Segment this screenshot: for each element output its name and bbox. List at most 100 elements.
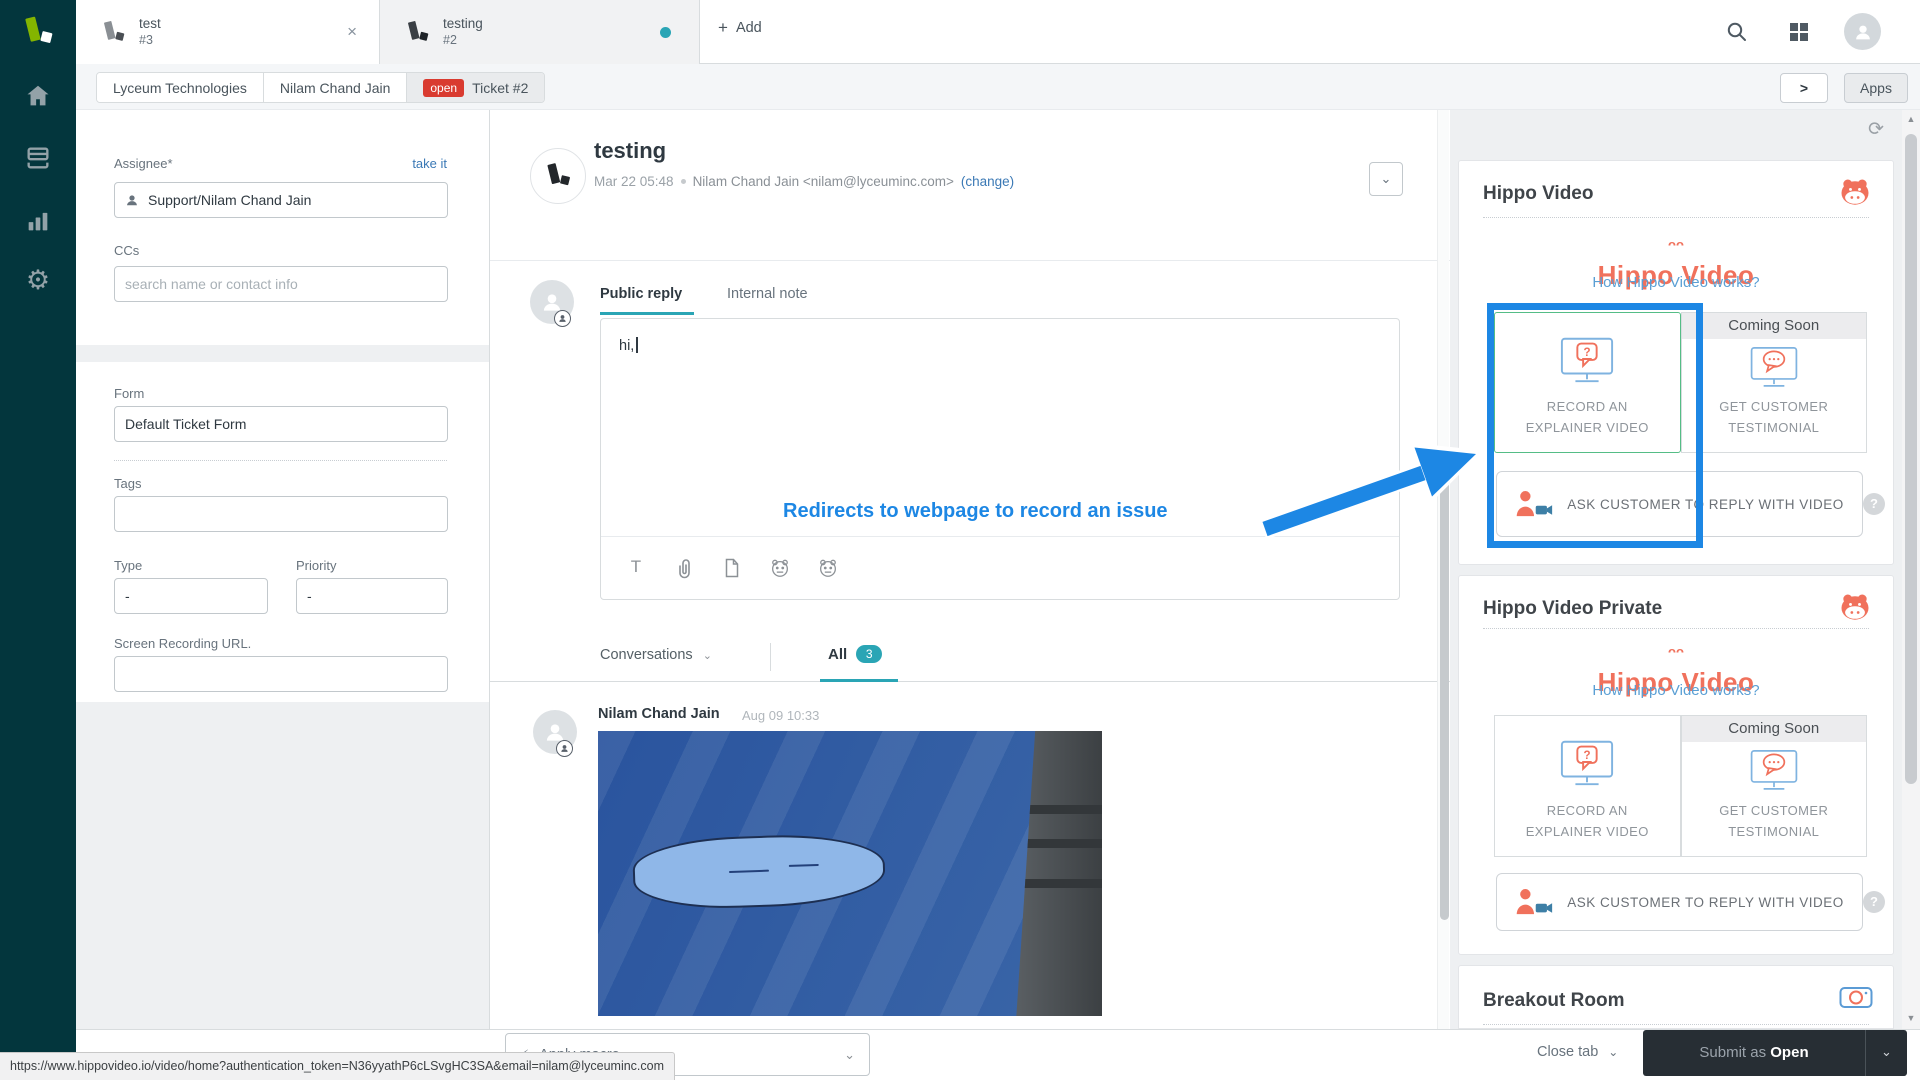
projector-icon: [1839, 986, 1873, 1010]
get-testimonial-card[interactable]: Coming Soon GET CUSTOMERTESTIMONIAL: [1681, 715, 1868, 857]
attachment-icon[interactable]: [673, 557, 695, 579]
form-select[interactable]: Default Ticket Form: [114, 406, 448, 442]
submit-as-open-button[interactable]: Submit as Open: [1643, 1030, 1865, 1076]
tab-public-reply[interactable]: Public reply: [600, 286, 682, 302]
record-explainer-card[interactable]: ? RECORD ANEXPLAINER VIDEO: [1494, 715, 1681, 857]
ticket-fields-panel: Assignee* take it Support/Nilam Chand Ja…: [76, 110, 490, 1029]
ask-customer-reply-button[interactable]: ASK CUSTOMER TO REPLY WITH VIDEO: [1496, 873, 1863, 931]
record-explainer-card[interactable]: ? RECORD ANEXPLAINER VIDEO: [1494, 312, 1681, 453]
scroll-up-icon[interactable]: ▲: [1902, 114, 1920, 124]
type-select[interactable]: -: [114, 578, 268, 614]
ticket-label: Ticket #2: [472, 80, 528, 96]
submit-button-group: Submit as Open ⌄: [1643, 1030, 1907, 1076]
ticket-actions-dropdown[interactable]: ⌄: [1369, 162, 1403, 196]
action-cards: ? RECORD ANEXPLAINER VIDEO Coming Soon G…: [1494, 715, 1867, 857]
ticket-requester: Nilam Chand Jain <nilam@lyceuminc.com>: [693, 174, 954, 189]
hippo-video-app-icon[interactable]: [769, 557, 791, 579]
tags-input[interactable]: [114, 496, 448, 532]
views-icon[interactable]: [24, 144, 52, 172]
add-tab-button[interactable]: + Add: [718, 18, 762, 38]
search-icon[interactable]: [1725, 20, 1749, 44]
assignee-value: Support/Nilam Chand Jain: [148, 192, 311, 208]
conversation-scrollbar[interactable]: [1437, 110, 1449, 1029]
refresh-apps-icon[interactable]: ⟳: [1868, 118, 1884, 141]
ticket-subtitle: Mar 22 05:48 Nilam Chand Jain <nilam@lyc…: [594, 174, 1014, 189]
breadcrumb-org[interactable]: Lyceum Technologies: [97, 73, 264, 102]
priority-label: Priority: [296, 558, 336, 573]
breadcrumb-requester[interactable]: Nilam Chand Jain: [264, 73, 408, 102]
coming-soon-banner: Coming Soon: [1682, 716, 1867, 742]
breadcrumb-row: Lyceum Technologies Nilam Chand Jain ope…: [76, 64, 1920, 110]
apps-toggle-button[interactable]: Apps: [1844, 73, 1908, 103]
editor-toolbar: T: [601, 536, 1399, 599]
type-label: Type: [114, 558, 142, 573]
top-bar: test #3 × testing #2 + Add: [0, 0, 1920, 64]
divider: [1483, 217, 1869, 218]
insert-file-icon[interactable]: [721, 557, 743, 579]
hippo-video-private-section: Hippo Video Private ᴖᴖHippo Video How Hi…: [1458, 575, 1894, 955]
priority-select[interactable]: -: [296, 578, 448, 614]
conversations-dropdown[interactable]: Conversations ⌄: [600, 647, 712, 663]
active-tab-underline: [600, 312, 694, 315]
user-avatar[interactable]: [1844, 13, 1881, 50]
message-author: Nilam Chand Jain: [598, 706, 720, 722]
divider: [490, 260, 1450, 261]
left-nav: ⚙: [0, 64, 76, 1080]
assignee-label: Assignee*: [114, 156, 173, 171]
filter-all-tab[interactable]: All 3: [828, 645, 882, 663]
help-icon[interactable]: ?: [1863, 891, 1885, 913]
get-testimonial-card[interactable]: Coming Soon GET CUSTOMERTESTIMONIAL: [1681, 312, 1868, 453]
scrollbar-thumb[interactable]: [1440, 450, 1449, 920]
assignee-field[interactable]: Support/Nilam Chand Jain: [114, 182, 448, 218]
hippo-video-section: Hippo Video ᴖᴖHippo Video How Hippo Vide…: [1458, 160, 1894, 565]
tab-internal-note[interactable]: Internal note: [727, 286, 808, 302]
zendesk-logo[interactable]: [0, 0, 76, 64]
apps-panel-scrollbar[interactable]: ▲ ▼: [1902, 110, 1920, 1029]
app-window: test #3 × testing #2 + Add: [0, 0, 1920, 1080]
hippo-icon: [1837, 175, 1873, 211]
ccs-input[interactable]: [114, 266, 448, 302]
reporting-icon[interactable]: [24, 207, 52, 235]
conversations-filter-row: Conversations ⌄ All 3: [490, 635, 1450, 682]
tab-number: #2: [443, 32, 483, 49]
assignee-card: Assignee* take it Support/Nilam Chand Ja…: [76, 110, 489, 345]
plus-icon: +: [718, 18, 728, 38]
hippo-video-private-app-icon[interactable]: [817, 557, 839, 579]
requester-badge-icon: [556, 740, 573, 757]
ticket-tab-test[interactable]: test #3 ×: [76, 0, 380, 64]
ticket-icon: [404, 19, 431, 46]
person-video-icon: [1515, 490, 1553, 518]
home-icon[interactable]: [24, 82, 52, 110]
record-explainer-icon: ?: [1556, 734, 1618, 790]
how-it-works-link[interactable]: How Hippo Video works?: [1459, 274, 1893, 291]
status-badge: open: [423, 79, 464, 97]
take-it-link[interactable]: take it: [412, 156, 447, 171]
help-icon[interactable]: ?: [1863, 493, 1885, 515]
screen-recording-label: Screen Recording URL.: [114, 636, 251, 651]
admin-gear-icon[interactable]: ⚙: [24, 266, 52, 294]
ask-customer-reply-button[interactable]: ASK CUSTOMER TO REPLY WITH VIDEO: [1496, 471, 1863, 537]
scroll-down-icon[interactable]: ▼: [1902, 1013, 1920, 1023]
breadcrumb: Lyceum Technologies Nilam Chand Jain ope…: [96, 72, 545, 103]
text-format-icon[interactable]: T: [625, 557, 647, 579]
tab-title: test: [139, 15, 161, 32]
form-label: Form: [114, 386, 144, 401]
ticket-tab-testing[interactable]: testing #2: [380, 0, 700, 64]
scrollbar-thumb[interactable]: [1905, 134, 1917, 784]
change-requester-link[interactable]: (change): [961, 174, 1014, 189]
type-value: -: [125, 588, 130, 604]
next-ticket-button[interactable]: >: [1780, 73, 1828, 103]
submit-options-caret[interactable]: ⌄: [1865, 1030, 1907, 1076]
breadcrumb-ticket[interactable]: open Ticket #2: [407, 73, 544, 102]
screen-recording-input[interactable]: [114, 656, 448, 692]
product-tray-icon[interactable]: [1790, 23, 1814, 47]
close-tab-icon[interactable]: ×: [347, 22, 357, 42]
unsaved-dot-indicator: [660, 27, 671, 38]
message-attachment-image[interactable]: [598, 731, 1102, 1016]
reply-editor[interactable]: hi, T: [600, 318, 1400, 600]
close-tab-dropdown[interactable]: Close tab ⌄: [1537, 1044, 1618, 1060]
agent-badge-icon: [554, 310, 571, 327]
priority-value: -: [307, 588, 312, 604]
ticket-title: testing: [594, 138, 666, 164]
how-it-works-link[interactable]: How Hippo Video works?: [1459, 682, 1893, 699]
